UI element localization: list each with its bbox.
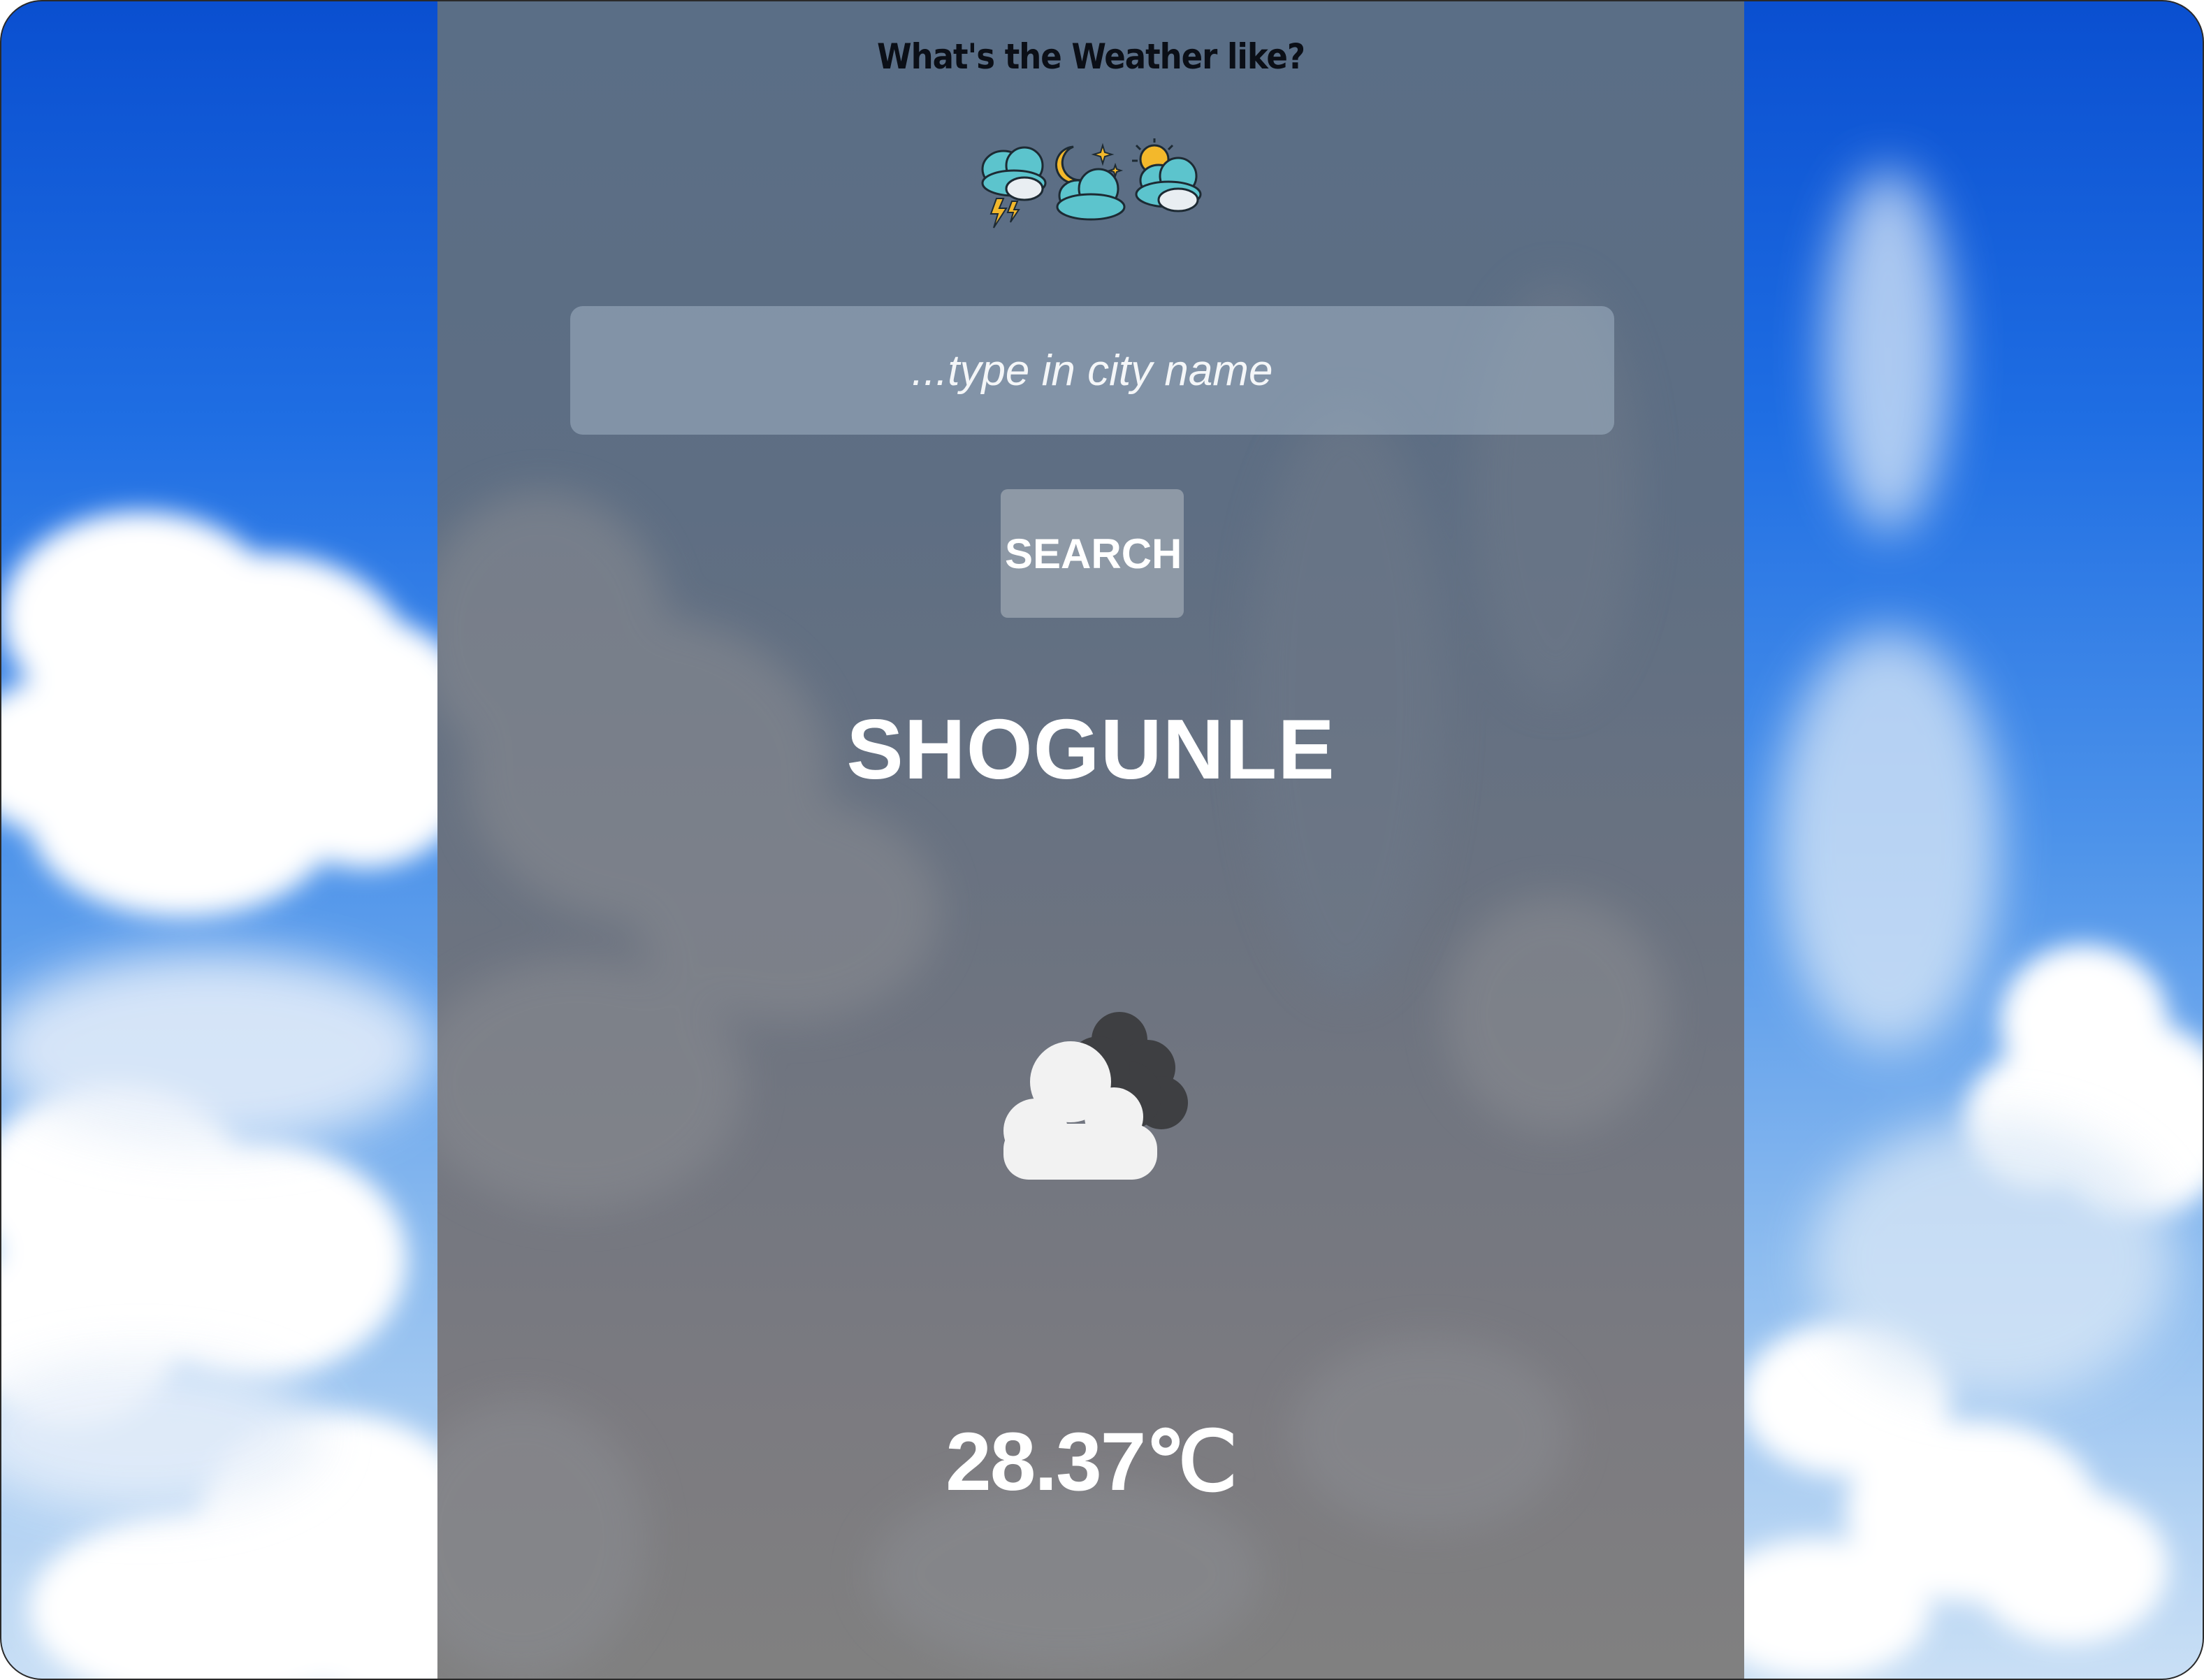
temperature-readout: 28.37℃: [945, 1416, 1238, 1508]
app-window: What's the Weather like? ...type in city…: [0, 0, 2204, 1680]
page-title: What's the Weather like?: [876, 36, 1305, 77]
city-search-input[interactable]: [570, 306, 1614, 435]
thunderstorm-cloud-icon: [981, 146, 1047, 229]
cloudy-icon: [1003, 1012, 1188, 1180]
weather-panel: What's the Weather like? ...type in city…: [437, 1, 1744, 1679]
search-button[interactable]: SEARCH: [1001, 489, 1184, 618]
partly-sunny-cloud-icon: [1132, 138, 1202, 212]
night-cloud-icon: [1054, 143, 1126, 221]
weather-emoji-row: [976, 134, 1206, 239]
city-name: SHOGUNLE: [846, 702, 1335, 797]
